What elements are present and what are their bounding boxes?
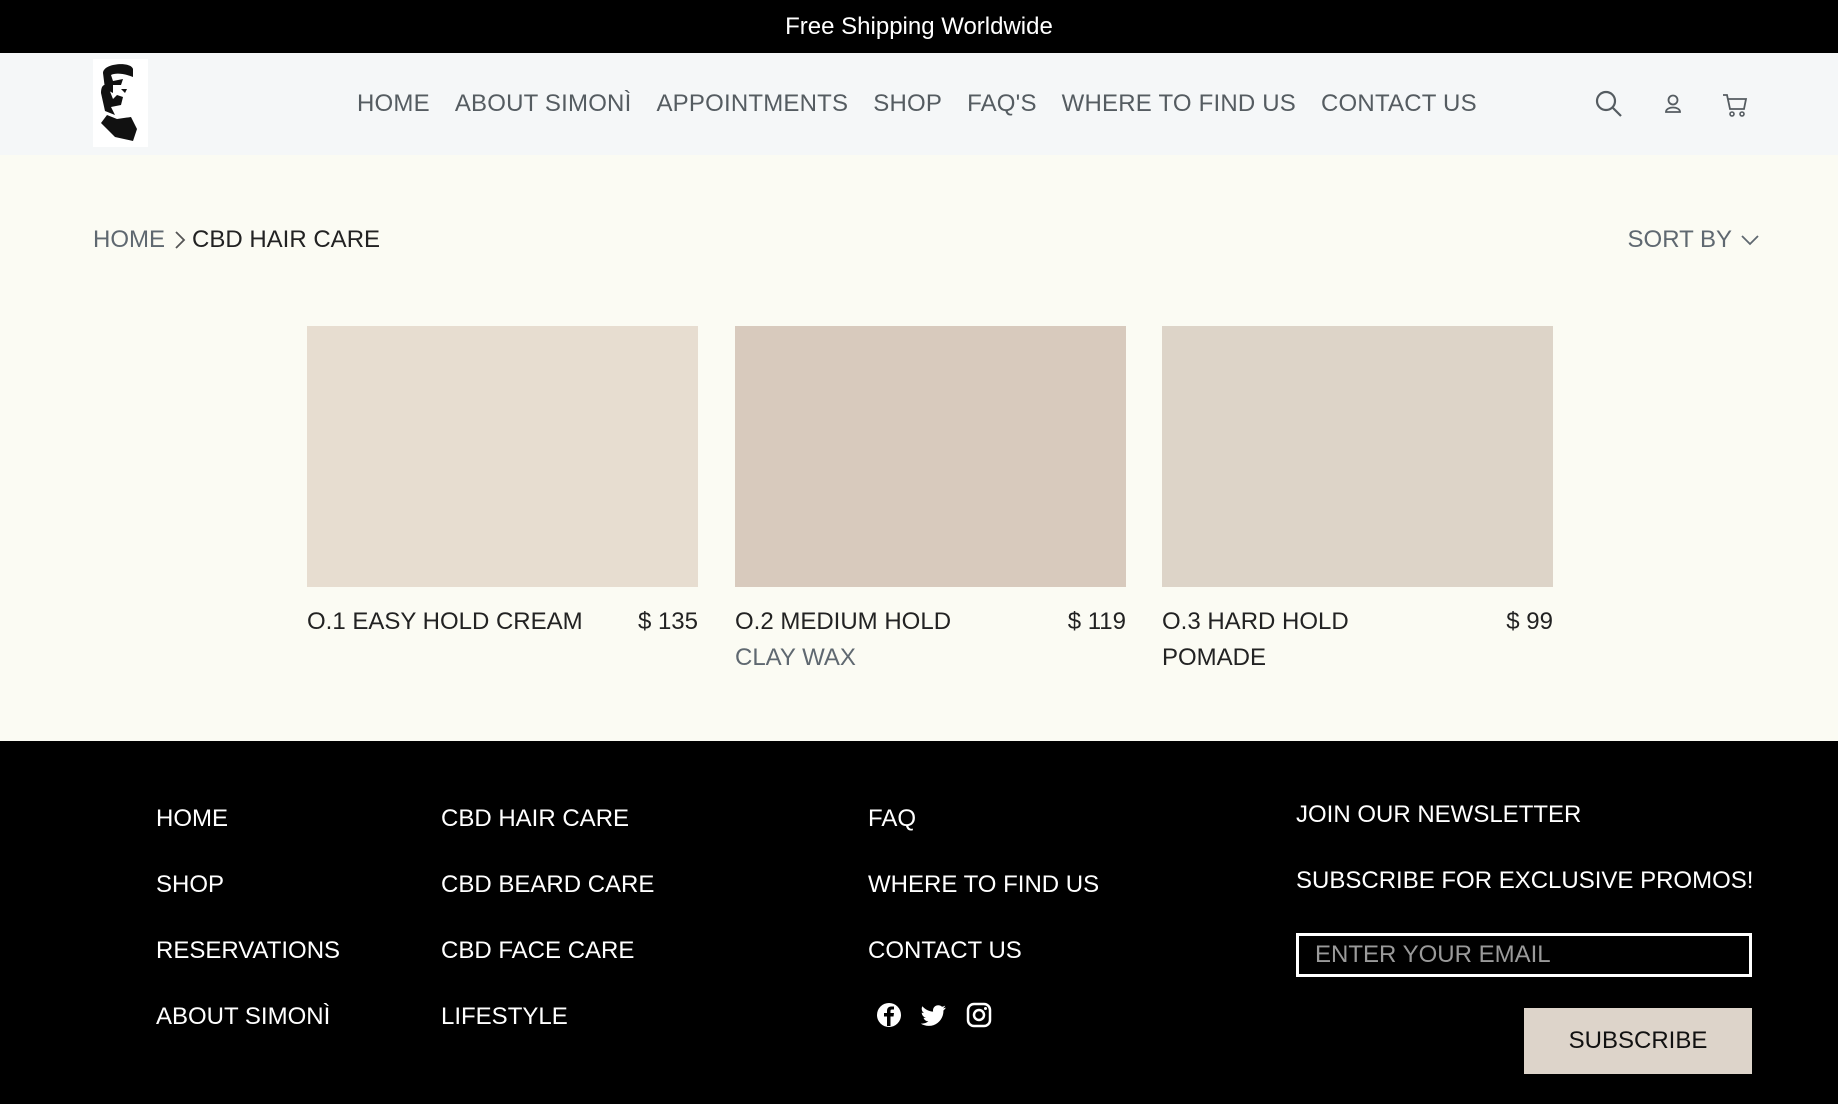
footer-link-about[interactable]: ABOUT SIMONÌ: [156, 999, 340, 1065]
nav-where-to-find-us[interactable]: WHERE TO FIND US: [1062, 90, 1296, 118]
product-image[interactable]: [1162, 326, 1553, 587]
product-card[interactable]: O.3 HARD HOLD POMADE $ 99: [1162, 326, 1553, 676]
twitter-icon[interactable]: [920, 1001, 948, 1029]
product-price: $ 135: [637, 608, 698, 635]
footer-link-hair-care[interactable]: CBD HAIR CARE: [441, 801, 654, 867]
breadcrumb-current: CBD HAIR CARE: [192, 226, 381, 253]
product-subtitle: CLAY WAX: [735, 644, 856, 671]
footer-link-home[interactable]: HOME: [156, 801, 340, 867]
footer-col-categories: CBD HAIR CARE CBD BEARD CARE CBD FACE CA…: [441, 801, 654, 1065]
footer-link-face-care[interactable]: CBD FACE CARE: [441, 933, 654, 999]
product-card[interactable]: O.2 MEDIUM HOLD CLAY WAX $ 119: [735, 326, 1126, 676]
nav-home[interactable]: HOME: [357, 90, 430, 118]
subscribe-button[interactable]: SUBSCRIBE: [1524, 1008, 1752, 1074]
nav-shop[interactable]: SHOP: [873, 90, 942, 118]
product-image[interactable]: [307, 326, 698, 587]
breadcrumb: HOME CBD HAIR CARE: [93, 226, 380, 254]
breadcrumb-home[interactable]: HOME: [93, 226, 165, 254]
cart-icon[interactable]: [1720, 89, 1750, 119]
brand-logo[interactable]: [93, 59, 148, 147]
facebook-icon[interactable]: [875, 1001, 903, 1029]
product-price: $ 119: [1067, 608, 1126, 635]
footer-col-main: HOME SHOP RESERVATIONS ABOUT SIMONÌ: [156, 801, 340, 1065]
social-links: [875, 1001, 1099, 1029]
product-image[interactable]: [735, 326, 1126, 587]
sort-by-dropdown[interactable]: SORT BY: [1628, 226, 1760, 254]
footer-link-lifestyle[interactable]: LIFESTYLE: [441, 999, 654, 1065]
product-card[interactable]: O.1 EASY HOLD CREAM $ 135: [307, 326, 698, 640]
chevron-down-icon: [1741, 235, 1759, 246]
product-name[interactable]: O.2 MEDIUM HOLD: [735, 604, 1025, 640]
footer-link-beard-care[interactable]: CBD BEARD CARE: [441, 867, 654, 933]
footer-col-info: FAQ WHERE TO FIND US CONTACT US: [868, 801, 1099, 1029]
product-price: $ 99: [1506, 608, 1553, 635]
nav-faqs[interactable]: FAQ'S: [967, 90, 1037, 118]
email-field[interactable]: [1296, 933, 1752, 977]
newsletter-subtitle: SUBSCRIBE FOR EXCLUSIVE PROMOS!: [1296, 867, 1754, 894]
chevron-right-icon: [175, 231, 186, 249]
nav-about[interactable]: ABOUT SIMONÌ: [455, 90, 632, 118]
product-name[interactable]: O.1 EASY HOLD CREAM: [307, 604, 597, 640]
main-nav: HOME ABOUT SIMONÌ APPOINTMENTS SHOP FAQ'…: [357, 53, 1477, 155]
site-footer: HOME SHOP RESERVATIONS ABOUT SIMONÌ CBD …: [0, 741, 1838, 1104]
nav-contact-us[interactable]: CONTACT US: [1321, 90, 1477, 118]
site-header: HOME ABOUT SIMONÌ APPOINTMENTS SHOP FAQ'…: [0, 53, 1838, 155]
footer-link-where-to-find-us[interactable]: WHERE TO FIND US: [868, 867, 1099, 933]
sort-by-label: SORT BY: [1627, 226, 1732, 253]
nav-appointments[interactable]: APPOINTMENTS: [656, 90, 848, 118]
search-icon[interactable]: [1594, 89, 1624, 119]
instagram-icon[interactable]: [965, 1001, 993, 1029]
footer-link-reservations[interactable]: RESERVATIONS: [156, 933, 340, 999]
product-name[interactable]: O.3 HARD HOLD POMADE: [1162, 604, 1452, 676]
footer-link-shop[interactable]: SHOP: [156, 867, 340, 933]
announcement-bar: Free Shipping Worldwide: [0, 0, 1838, 53]
footer-link-faq[interactable]: FAQ: [868, 801, 1099, 867]
announcement-text: Free Shipping Worldwide: [785, 12, 1053, 40]
newsletter-title: JOIN OUR NEWSLETTER: [1296, 801, 1582, 828]
barber-face-logo-icon: [101, 64, 137, 141]
footer-link-contact-us[interactable]: CONTACT US: [868, 933, 1099, 999]
account-icon[interactable]: [1658, 89, 1688, 119]
